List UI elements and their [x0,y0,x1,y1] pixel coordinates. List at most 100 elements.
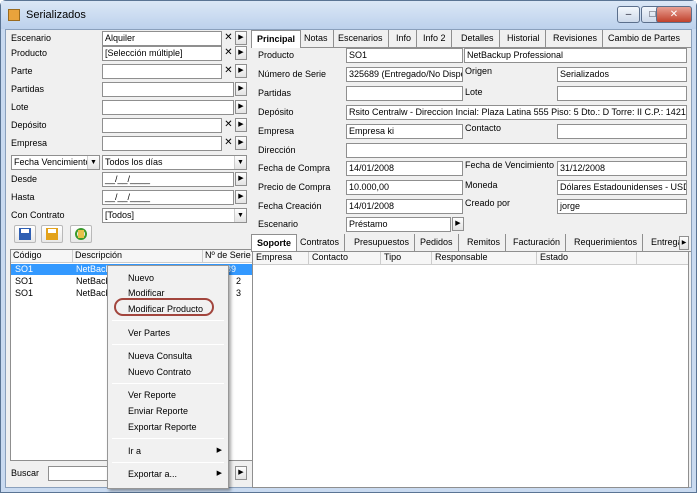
hasta-field[interactable]: __/__/____ [102,190,234,205]
close-button[interactable]: ✕ [656,6,692,23]
more-arrow-button[interactable]: ▶ [235,100,247,114]
date-type-select[interactable]: Fecha Vencimiento ▼ [11,155,100,170]
menu-item-nuevo[interactable]: Nuevo [128,273,154,283]
menu-separator [112,383,224,384]
lote-field[interactable] [557,86,687,101]
date-type-value: Fecha Vencimiento [14,157,91,167]
menu-item-exportar-reporte[interactable]: Exportar Reporte [128,422,197,432]
empresa-field[interactable]: Empresa ki [346,124,463,139]
contrato-select[interactable]: [Todos] ▼ [102,208,247,223]
tab-notas[interactable]: Notas [299,30,334,48]
precio-field[interactable]: 10.000,00 [346,180,463,195]
desde-field[interactable]: __/__/____ [102,172,234,187]
partidas-field[interactable] [102,82,234,97]
chevron-down-icon: ▼ [234,209,246,222]
direccion-field[interactable] [346,143,687,158]
tab-soporte[interactable]: Soporte [251,234,298,252]
more-arrow-button[interactable]: ▶ [452,217,464,231]
escenario-field[interactable]: Préstamo [346,217,451,232]
column-header[interactable]: Contacto [309,252,381,265]
column-header[interactable]: Estado [537,252,637,265]
more-arrow-button[interactable]: ▶ [235,118,247,132]
menu-item-enviar-reporte[interactable]: Enviar Reporte [128,406,188,416]
tab-info[interactable]: Info [391,30,418,48]
date-range-value: Todos los días [105,157,163,167]
producto-code-field[interactable]: SO1 [346,48,463,63]
menu-item-modificar[interactable]: Modificar [128,288,165,298]
tab-presupuestos[interactable]: Presupuestos [349,234,416,252]
tab-historial[interactable]: Historial [502,30,546,48]
moneda-field[interactable]: Dólares Estadounidenses - USD [557,180,687,195]
tab-facturacion[interactable]: Facturación [508,234,567,252]
tab-escenarios[interactable]: Escenarios [333,30,389,48]
more-arrow-button[interactable]: ▶ [235,64,247,78]
contrato-label: Con Contrato [11,210,65,220]
menu-item-ver-partes[interactable]: Ver Partes [128,328,170,338]
clear-icon[interactable]: ✕ [223,47,234,60]
tab-cambio-partes[interactable]: Cambio de Partes [603,30,685,48]
column-header[interactable]: Nº de Serie [203,250,252,263]
serie-field[interactable]: 325689 (Entregado/No Dispon [346,67,463,82]
date-range-select[interactable]: Todos los días ▼ [102,155,247,170]
tab-revisiones[interactable]: Revisiones [548,30,604,48]
partidas-field[interactable] [346,86,463,101]
menu-item-ver-reporte[interactable]: Ver Reporte [128,390,176,400]
more-arrow-button[interactable]: ▶ [235,82,247,96]
refresh-button[interactable] [70,225,92,243]
tab-scroll-right-icon[interactable]: ▶ [679,236,689,250]
menu-item-nuevo-contrato[interactable]: Nuevo Contrato [128,367,191,377]
search-arrow-button[interactable]: ▶ [235,466,247,480]
more-arrow-button[interactable]: ▶ [235,190,247,204]
tab-remitos[interactable]: Remitos [462,234,507,252]
minimize-button[interactable]: – [617,6,640,23]
window-title: Serializados [26,9,86,21]
filter-label: Partidas [11,84,45,94]
column-header[interactable]: Descripción [73,250,203,263]
tab-pedidos[interactable]: Pedidos [415,234,459,252]
clear-icon[interactable]: ✕ [223,119,234,132]
fecha-venc-field[interactable]: 31/12/2008 [557,161,687,176]
hasta-label: Hasta [11,192,35,202]
empresa-field[interactable] [102,136,222,151]
producto-name-field[interactable]: NetBackup Professional [464,48,687,63]
menu-item-nueva-consulta[interactable]: Nueva Consulta [128,351,192,361]
save-as-button[interactable] [41,225,63,243]
more-arrow-button[interactable]: ▶ [235,46,247,60]
menu-item-exportar-a[interactable]: Exportar a... [128,469,177,479]
deposito-field[interactable]: Rsito Centralw - Direccion Incial: Plaza… [346,105,687,120]
lote-field[interactable] [102,100,234,115]
save-button[interactable] [14,225,36,243]
chevron-down-icon: ▼ [234,156,246,169]
escenario-field[interactable]: Alquiler [102,31,222,46]
clear-icon[interactable]: ✕ [223,65,234,78]
fecha-creacion-field[interactable]: 14/01/2008 [346,199,463,214]
cell: SO1 [15,264,34,274]
soporte-grid[interactable]: Empresa Contacto Tipo Responsable Estado [252,251,689,488]
more-arrow-button[interactable]: ▶ [235,31,247,45]
tab-principal[interactable]: Principal [251,30,302,48]
tab-detalles[interactable]: Detalles [456,30,500,48]
contacto-field[interactable] [557,124,687,139]
column-header[interactable]: Responsable [432,252,537,265]
parte-field[interactable] [102,64,222,79]
menu-item-ir-a[interactable]: Ir a [128,446,141,456]
tab-info2[interactable]: Info 2 [418,30,452,48]
moneda-label: Moneda [465,180,498,190]
more-arrow-button[interactable]: ▶ [235,172,247,186]
column-header[interactable]: Empresa [253,252,309,265]
fecha-venc-label: Fecha de Vencimiento [465,160,555,170]
more-arrow-button[interactable]: ▶ [235,136,247,150]
fecha-compra-field[interactable]: 14/01/2008 [346,161,463,176]
clear-icon[interactable]: ✕ [223,32,234,45]
filter-label: Depósito [11,120,47,130]
creado-field[interactable]: jorge [557,199,687,214]
clear-icon[interactable]: ✕ [223,137,234,150]
tab-requerimientos[interactable]: Requerimientos [569,234,644,252]
column-header[interactable]: Código [11,250,73,263]
tab-contratos[interactable]: Contratos [295,234,346,252]
deposito-field[interactable] [102,118,222,133]
origen-field[interactable]: Serializados [557,67,687,82]
column-header[interactable]: Tipo [381,252,432,265]
producto-field[interactable]: [Selección múltiple] [102,46,222,61]
serie-label: Número de Serie [258,69,327,79]
